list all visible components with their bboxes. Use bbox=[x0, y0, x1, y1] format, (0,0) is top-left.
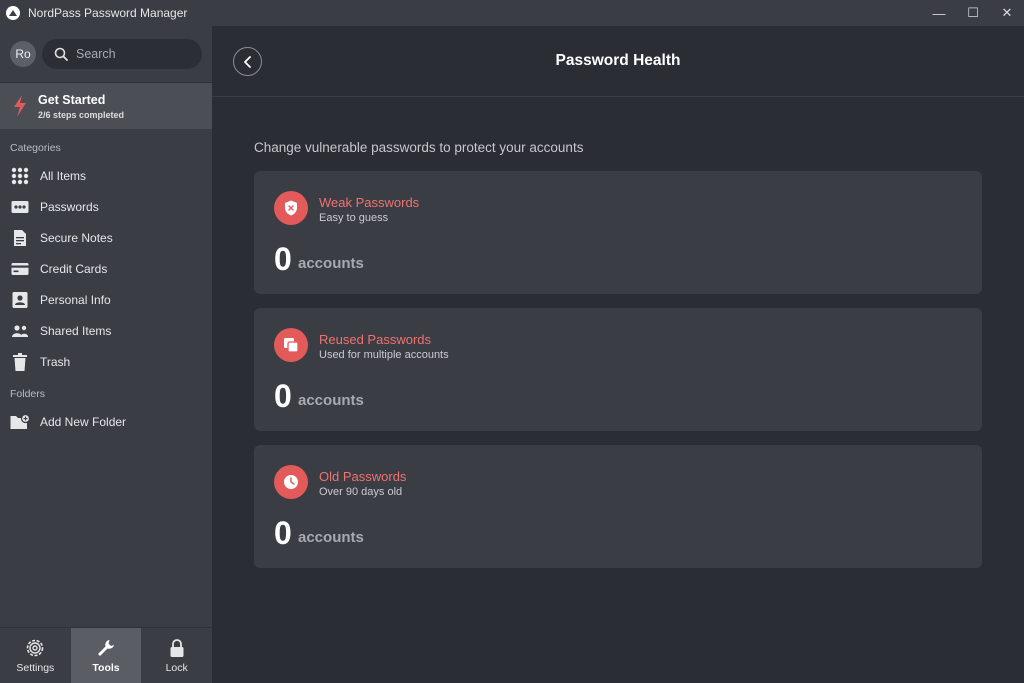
sidebar-item-label: Trash bbox=[40, 354, 71, 369]
sidebar-item-label: Credit Cards bbox=[40, 261, 108, 276]
folder-add-icon bbox=[10, 412, 30, 432]
sidebar-item-shared-items[interactable]: Shared Items bbox=[0, 315, 212, 346]
get-started-title: Get Started bbox=[38, 92, 106, 107]
lock-label: Lock bbox=[165, 661, 188, 674]
sidebar-item-passwords[interactable]: Passwords bbox=[0, 191, 212, 222]
add-new-folder-button[interactable]: Add New Folder bbox=[0, 406, 212, 437]
lock-button[interactable]: Lock bbox=[141, 628, 212, 683]
card-subtitle: Used for multiple accounts bbox=[319, 349, 449, 361]
clock-icon bbox=[274, 465, 308, 499]
card-count: 0 bbox=[274, 241, 292, 277]
card-count: 0 bbox=[274, 515, 292, 551]
sidebar: Ro Get Started 2/6 steps completed Categ… bbox=[0, 26, 212, 683]
folders-label: Folders bbox=[10, 388, 46, 400]
id-card-icon bbox=[10, 290, 30, 310]
sidebar-header: Ro bbox=[0, 26, 212, 83]
password-icon bbox=[10, 197, 30, 217]
title-bar: NordPass Password Manager — ☐ ✕ bbox=[0, 0, 1024, 26]
sidebar-item-trash[interactable]: Trash bbox=[0, 346, 212, 377]
sidebar-item-secure-notes[interactable]: Secure Notes bbox=[0, 222, 212, 253]
credit-card-icon bbox=[10, 259, 30, 279]
trash-icon bbox=[10, 352, 30, 372]
page-title: Password Health bbox=[555, 52, 681, 69]
minimize-button[interactable]: — bbox=[922, 0, 956, 26]
search-icon bbox=[54, 47, 68, 61]
card-unit: accounts bbox=[298, 392, 364, 409]
add-new-folder-label: Add New Folder bbox=[40, 414, 127, 429]
sidebar-item-personal-info[interactable]: Personal Info bbox=[0, 284, 212, 315]
old-passwords-card[interactable]: Old Passwords Over 90 days old 0 account… bbox=[254, 445, 982, 568]
settings-label: Settings bbox=[16, 661, 55, 674]
weak-shield-icon bbox=[274, 191, 308, 225]
card-title: Reused Passwords bbox=[319, 332, 431, 347]
avatar[interactable]: Ro bbox=[10, 41, 36, 67]
sidebar-item-label: Secure Notes bbox=[40, 230, 113, 245]
wrench-icon bbox=[96, 638, 116, 658]
sidebar-item-label: All Items bbox=[40, 168, 87, 183]
card-subtitle: Easy to guess bbox=[319, 212, 389, 224]
search-input[interactable] bbox=[76, 47, 186, 61]
maximize-button[interactable]: ☐ bbox=[956, 0, 990, 26]
window-title: NordPass Password Manager bbox=[28, 6, 188, 20]
main-header: Password Health bbox=[212, 26, 1024, 97]
card-unit: accounts bbox=[298, 255, 364, 272]
sidebar-item-label: Shared Items bbox=[40, 323, 112, 338]
page-subtitle: Change vulnerable passwords to protect y… bbox=[254, 140, 584, 155]
main-content: Password Health Change vulnerable passwo… bbox=[212, 26, 1024, 683]
lock-icon bbox=[169, 638, 185, 658]
duplicate-icon bbox=[274, 328, 308, 362]
close-button[interactable]: ✕ bbox=[990, 0, 1024, 26]
reused-passwords-card[interactable]: Reused Passwords Used for multiple accou… bbox=[254, 308, 982, 431]
card-count: 0 bbox=[274, 378, 292, 414]
grid-icon bbox=[10, 166, 30, 186]
search-box[interactable] bbox=[42, 39, 202, 69]
card-unit: accounts bbox=[298, 529, 364, 546]
card-subtitle: Over 90 days old bbox=[319, 486, 403, 498]
get-started-progress: 2/6 steps completed bbox=[38, 109, 125, 120]
tools-button[interactable]: Tools bbox=[70, 628, 142, 683]
users-icon bbox=[10, 321, 30, 341]
get-started-banner[interactable]: Get Started 2/6 steps completed bbox=[0, 83, 212, 129]
sidebar-item-label: Personal Info bbox=[40, 292, 111, 307]
nordpass-logo-icon bbox=[6, 6, 20, 20]
note-icon bbox=[10, 228, 30, 248]
card-title: Weak Passwords bbox=[319, 195, 420, 210]
window-controls: — ☐ ✕ bbox=[922, 0, 1024, 26]
settings-button[interactable]: Settings bbox=[0, 628, 71, 683]
lightning-icon bbox=[14, 95, 26, 117]
sidebar-item-credit-cards[interactable]: Credit Cards bbox=[0, 253, 212, 284]
weak-passwords-card[interactable]: Weak Passwords Easy to guess 0 accounts bbox=[254, 171, 982, 294]
tools-label: Tools bbox=[92, 661, 120, 674]
gear-icon bbox=[25, 638, 45, 658]
sidebar-item-all-items[interactable]: All Items bbox=[0, 160, 212, 191]
categories-label: Categories bbox=[10, 142, 61, 154]
card-title: Old Passwords bbox=[319, 469, 407, 484]
sidebar-bottom-bar: Settings Tools Lock bbox=[0, 627, 212, 683]
sidebar-item-label: Passwords bbox=[40, 199, 99, 214]
